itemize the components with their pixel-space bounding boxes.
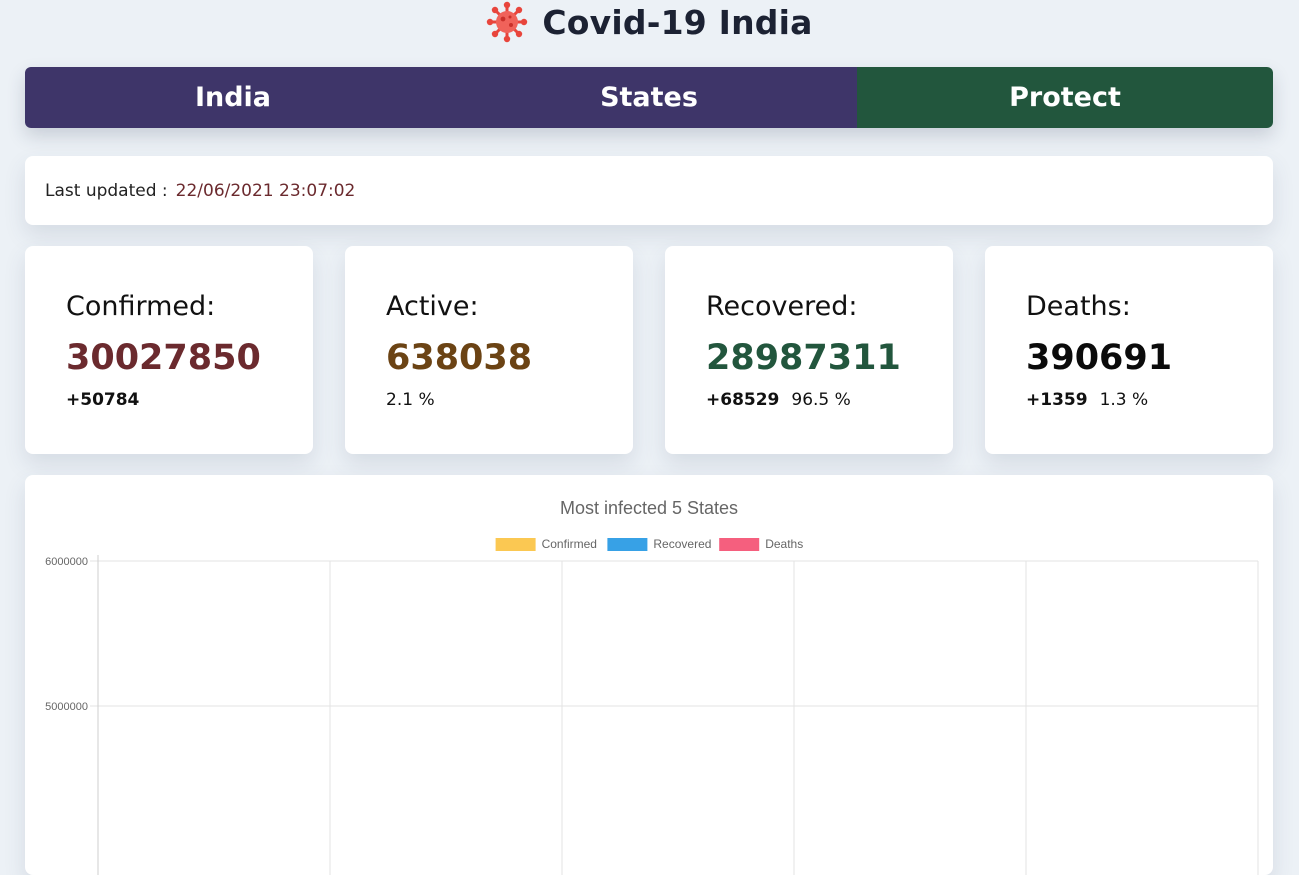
legend-swatch-confirmed [495, 538, 536, 551]
y-tick-label: 5000000 [45, 701, 88, 713]
active-percent: 2.1 % [386, 390, 435, 410]
last-updated-label: Last updated : [45, 180, 168, 201]
confirmed-card: Confirmed: 30027850 +50784 [25, 246, 313, 454]
recovered-label: Recovered: [706, 291, 858, 322]
last-updated-card: Last updated : 22/06/2021 23:07:02 [25, 156, 1273, 225]
recovered-delta: +68529 [706, 390, 780, 410]
last-updated-value: 22/06/2021 23:07:02 [175, 180, 356, 201]
legend-swatch-deaths [719, 538, 760, 551]
legend-label-confirmed: Confirmed [542, 537, 597, 551]
deaths-value: 390691 [1026, 338, 1173, 378]
legend-label-recovered: Recovered [653, 537, 711, 551]
deaths-card: Deaths: 390691 +1359 1.3 % [985, 246, 1273, 454]
recovered-percent: 96.5 % [791, 390, 851, 410]
app-header: Covid-19 India [0, 0, 1299, 44]
page-title: Covid-19 India [542, 2, 813, 42]
deaths-percent: 1.3 % [1099, 390, 1149, 410]
tab-states[interactable]: States [441, 67, 857, 128]
recovered-value: 28987311 [706, 338, 901, 378]
confirmed-delta: +50784 [66, 390, 140, 410]
virus-icon [487, 1, 528, 43]
tab-protect[interactable]: Protect [857, 67, 1273, 128]
y-tick-label: 6000000 [45, 556, 88, 568]
active-label: Active: [386, 291, 479, 322]
active-card: Active: 638038 2.1 % [345, 246, 633, 454]
confirmed-label: Confirmed: [66, 291, 216, 322]
deaths-label: Deaths: [1026, 291, 1131, 322]
legend-swatch-recovered [607, 538, 648, 551]
deaths-delta: +1359 [1026, 390, 1088, 410]
tab-india[interactable]: India [25, 67, 441, 128]
recovered-card: Recovered: 28987311 +68529 96.5 % [665, 246, 953, 454]
chart-title: Most infected 5 States [560, 498, 738, 518]
states-bar-chart: Most infected 5 States Confirmed Recovered… [45, 498, 1259, 875]
confirmed-value: 30027850 [66, 338, 261, 378]
states-chart-card: Most infected 5 States Confirmed Recovered… [25, 475, 1273, 875]
main-nav: India States Protect [25, 67, 1273, 128]
active-value: 638038 [386, 338, 533, 378]
legend-label-deaths: Deaths [765, 537, 803, 551]
